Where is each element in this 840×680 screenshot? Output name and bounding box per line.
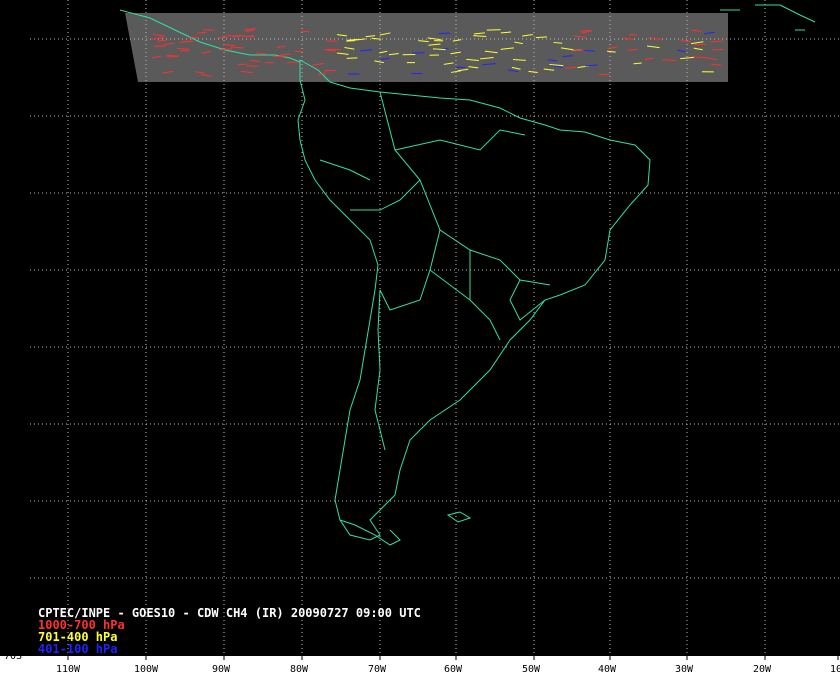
map-background <box>0 0 840 655</box>
lon-label: 20W <box>753 664 772 675</box>
wind-barb <box>412 52 425 54</box>
lat-label: 20S <box>4 266 22 277</box>
lon-label: 100W <box>134 664 159 675</box>
lon-label: 70W <box>368 664 387 675</box>
lat-label: 10S <box>4 189 22 200</box>
wind-map: 10N EQ 10S 20S 30S 40S 50S 60S 70S 110W 100W 90W 80… <box>0 0 840 680</box>
lat-label: 30S <box>4 343 22 354</box>
wind-barb <box>346 40 355 42</box>
lon-label: 90W <box>212 664 231 675</box>
lat-label: 60S <box>4 574 22 585</box>
lat-label: 10N <box>4 35 22 46</box>
wind-barb <box>711 48 724 51</box>
wind-barb <box>662 59 676 62</box>
wind-barb <box>157 39 167 42</box>
satellite-imagery-strip <box>125 13 728 82</box>
wind-barb <box>486 29 501 31</box>
lon-label: 40W <box>598 664 617 675</box>
lon-label: 10 <box>830 664 840 675</box>
wind-barb <box>177 48 190 50</box>
lon-label: 110W <box>56 664 81 675</box>
lat-label: 40S <box>4 420 22 431</box>
lon-label: 60W <box>444 664 463 675</box>
lon-label: 30W <box>675 664 694 675</box>
lat-label: 50S <box>4 497 22 508</box>
axis-strip <box>0 655 840 680</box>
wind-barb <box>241 35 255 38</box>
satellite-strip-background <box>125 13 728 82</box>
wind-barb <box>580 29 592 32</box>
lat-label: 70S <box>4 651 22 662</box>
legend-high: 401-100 hPa <box>38 642 117 656</box>
lat-label: EQ <box>4 112 16 123</box>
wind-barb <box>237 63 248 66</box>
lon-label: 50W <box>522 664 541 675</box>
lon-label: 80W <box>290 664 309 675</box>
